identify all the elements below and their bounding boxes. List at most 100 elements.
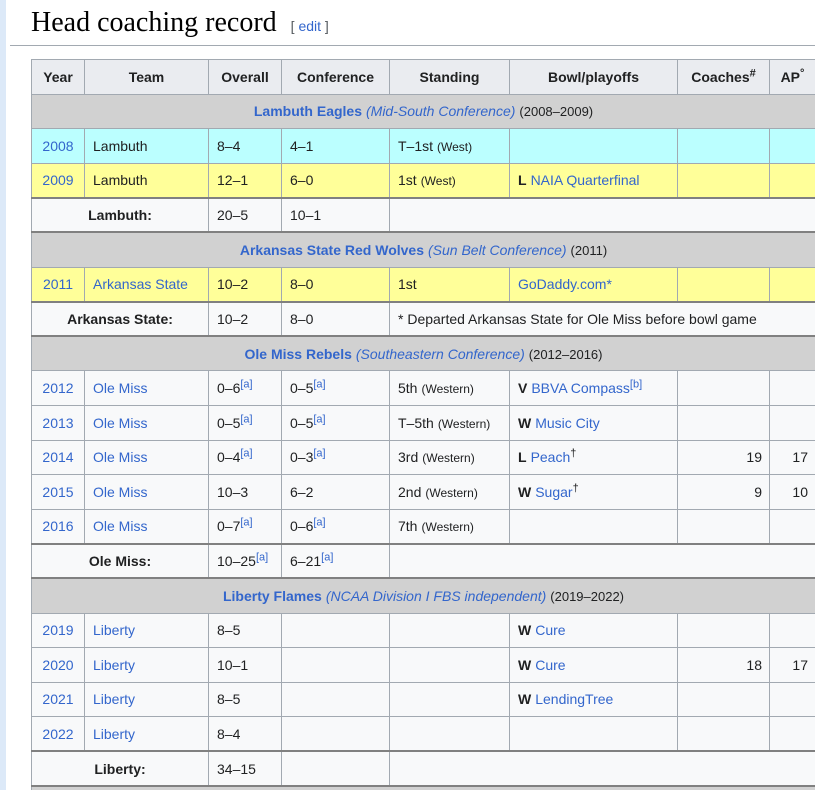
bowl-result-letter: W xyxy=(518,484,531,500)
conference-record-cell xyxy=(282,682,390,717)
footnote-link[interactable]: [a] xyxy=(240,378,252,390)
year-link[interactable]: 2014 xyxy=(42,449,73,465)
standing-cell: T–5th(Western) xyxy=(390,405,510,440)
year-link[interactable]: 2009 xyxy=(42,172,73,188)
team-link[interactable]: Liberty xyxy=(93,657,135,673)
footnote-link[interactable]: [a] xyxy=(313,378,325,390)
year-link[interactable]: 2016 xyxy=(42,518,73,534)
total-row: Arkansas State:10–28–0* Departed Arkansa… xyxy=(32,302,815,337)
bowl-game-link[interactable]: Peach xyxy=(531,449,571,465)
bowl-game-link[interactable]: Cure xyxy=(535,657,565,673)
footnote-sup: [a] xyxy=(313,378,325,390)
section-header-cell: Ole Miss Rebels(Southeastern Conference)… xyxy=(32,336,815,371)
section-conference-link[interactable]: (Mid-South Conference) xyxy=(366,103,515,119)
conference-record-cell: 0–3[a] xyxy=(282,440,390,475)
ap-rank-cell: 10 xyxy=(770,475,815,510)
section-team-link[interactable]: Liberty Flames xyxy=(223,588,322,604)
total-label: Arkansas State: xyxy=(67,311,173,327)
total-row: Lambuth:20–510–1 xyxy=(32,198,815,233)
coaches-rank-cell: 19 xyxy=(678,440,770,475)
coaching-record-table: Year Team Overall Conference Standing Bo… xyxy=(31,59,815,790)
team-link[interactable]: Ole Miss xyxy=(93,415,147,431)
standing-cell: 5th(Western) xyxy=(390,371,510,406)
standing-value: 1st xyxy=(398,172,417,188)
year-link[interactable]: 2015 xyxy=(42,484,73,500)
ap-rank-cell xyxy=(770,163,815,198)
ap-rank-cell xyxy=(770,129,815,164)
team-link[interactable]: Ole Miss xyxy=(93,380,147,396)
section-team-link[interactable]: Arkansas State Red Wolves xyxy=(240,242,424,258)
bowl-game-link[interactable]: BBVA Compass xyxy=(531,380,630,396)
year-link[interactable]: 2019 xyxy=(42,622,73,638)
bowl-game-link[interactable]: GoDaddy.com* xyxy=(518,276,612,292)
overall-record-cell: 0–4[a] xyxy=(209,440,282,475)
year-link[interactable]: 2008 xyxy=(42,138,73,154)
standing-division-note: (Western) xyxy=(438,417,490,431)
section-conference-link[interactable]: (Sun Belt Conference) xyxy=(428,242,567,258)
team-link[interactable]: Liberty xyxy=(93,622,135,638)
team-link[interactable]: Ole Miss xyxy=(93,484,147,500)
total-conference-cell: 6–21[a] xyxy=(282,544,390,579)
footnote-link[interactable]: [a] xyxy=(240,448,252,460)
year-link[interactable]: 2012 xyxy=(42,380,73,396)
column-header-bowl-playoffs: Bowl/playoffs xyxy=(510,60,678,95)
ap-rank: 10 xyxy=(792,484,808,500)
coaches-rank: 19 xyxy=(746,449,762,465)
team-link[interactable]: Liberty xyxy=(93,691,135,707)
section-conference-link[interactable]: (Southeastern Conference) xyxy=(356,346,525,362)
standing-value: 7th xyxy=(398,518,417,534)
bowl-cell: LPeach† xyxy=(510,440,678,475)
section-team-link[interactable]: Lambuth Eagles xyxy=(254,103,362,119)
overall-record-cell: 0–5[a] xyxy=(209,405,282,440)
bowl-game-link[interactable]: LendingTree xyxy=(535,691,613,707)
footnote-link[interactable]: [b] xyxy=(630,378,642,390)
year-link[interactable]: 2011 xyxy=(43,276,73,292)
bowl-game-link[interactable]: NAIA Quarterfinal xyxy=(531,172,640,188)
year-cell: 2019 xyxy=(32,613,85,648)
coaches-rank: 9 xyxy=(754,484,762,500)
year-link[interactable]: 2020 xyxy=(42,657,73,673)
team-link[interactable]: Ole Miss xyxy=(93,518,147,534)
conference-record: 0–3 xyxy=(290,449,313,465)
conference-record-cell: 8–0 xyxy=(282,267,390,302)
year-link[interactable]: 2021 xyxy=(42,691,73,707)
overall-record: 10–1 xyxy=(217,657,248,673)
team-link[interactable]: Ole Miss xyxy=(93,449,147,465)
total-note-cell xyxy=(390,198,815,233)
year-cell: 2022 xyxy=(32,717,85,752)
bowl-cell: WCure xyxy=(510,648,678,683)
footnote-link[interactable]: [a] xyxy=(313,448,325,460)
bowl-game-link[interactable]: Music City xyxy=(535,415,600,431)
conference-record-cell: 4–1 xyxy=(282,129,390,164)
footnote-link[interactable]: [a] xyxy=(313,413,325,425)
section-header-cell: Liberty Flames(NCAA Division I FBS indep… xyxy=(32,578,815,613)
footnote-link[interactable]: [a] xyxy=(321,551,333,563)
edit-link[interactable]: edit xyxy=(298,18,321,34)
ap-rank-cell xyxy=(770,405,815,440)
section-team-link[interactable]: Ole Miss Rebels xyxy=(245,346,352,362)
standing-cell: 3rd(Western) xyxy=(390,440,510,475)
footnote-link[interactable]: [a] xyxy=(256,551,268,563)
footnote-link[interactable]: [a] xyxy=(313,517,325,529)
ap-rank: 17 xyxy=(792,657,808,673)
footnote-link[interactable]: [a] xyxy=(240,413,252,425)
standing-cell xyxy=(390,648,510,683)
column-header-standing: Standing xyxy=(390,60,510,95)
section-header-row: Ole Miss Rebels(Southeastern Conference)… xyxy=(32,336,815,371)
footnote-link[interactable]: [a] xyxy=(240,517,252,529)
year-link[interactable]: 2013 xyxy=(42,415,73,431)
bowl-cell: WCure xyxy=(510,613,678,648)
team-link[interactable]: Liberty xyxy=(93,726,135,742)
year-link[interactable]: 2022 xyxy=(42,726,73,742)
section-conference-link[interactable]: (NCAA Division I FBS independent) xyxy=(326,588,546,604)
ap-rank-cell xyxy=(770,717,815,752)
team-label: Lambuth xyxy=(93,172,147,188)
bowl-result-letter: W xyxy=(518,415,531,431)
year-cell: 2009 xyxy=(32,163,85,198)
total-overall-cell: 34–15 xyxy=(209,751,282,786)
bowl-game-link[interactable]: Cure xyxy=(535,622,565,638)
bowl-result-letter: V xyxy=(518,380,527,396)
team-link[interactable]: Arkansas State xyxy=(93,276,188,292)
bowl-game-link[interactable]: Sugar xyxy=(535,484,572,500)
overall-record-cell: 8–5 xyxy=(209,613,282,648)
